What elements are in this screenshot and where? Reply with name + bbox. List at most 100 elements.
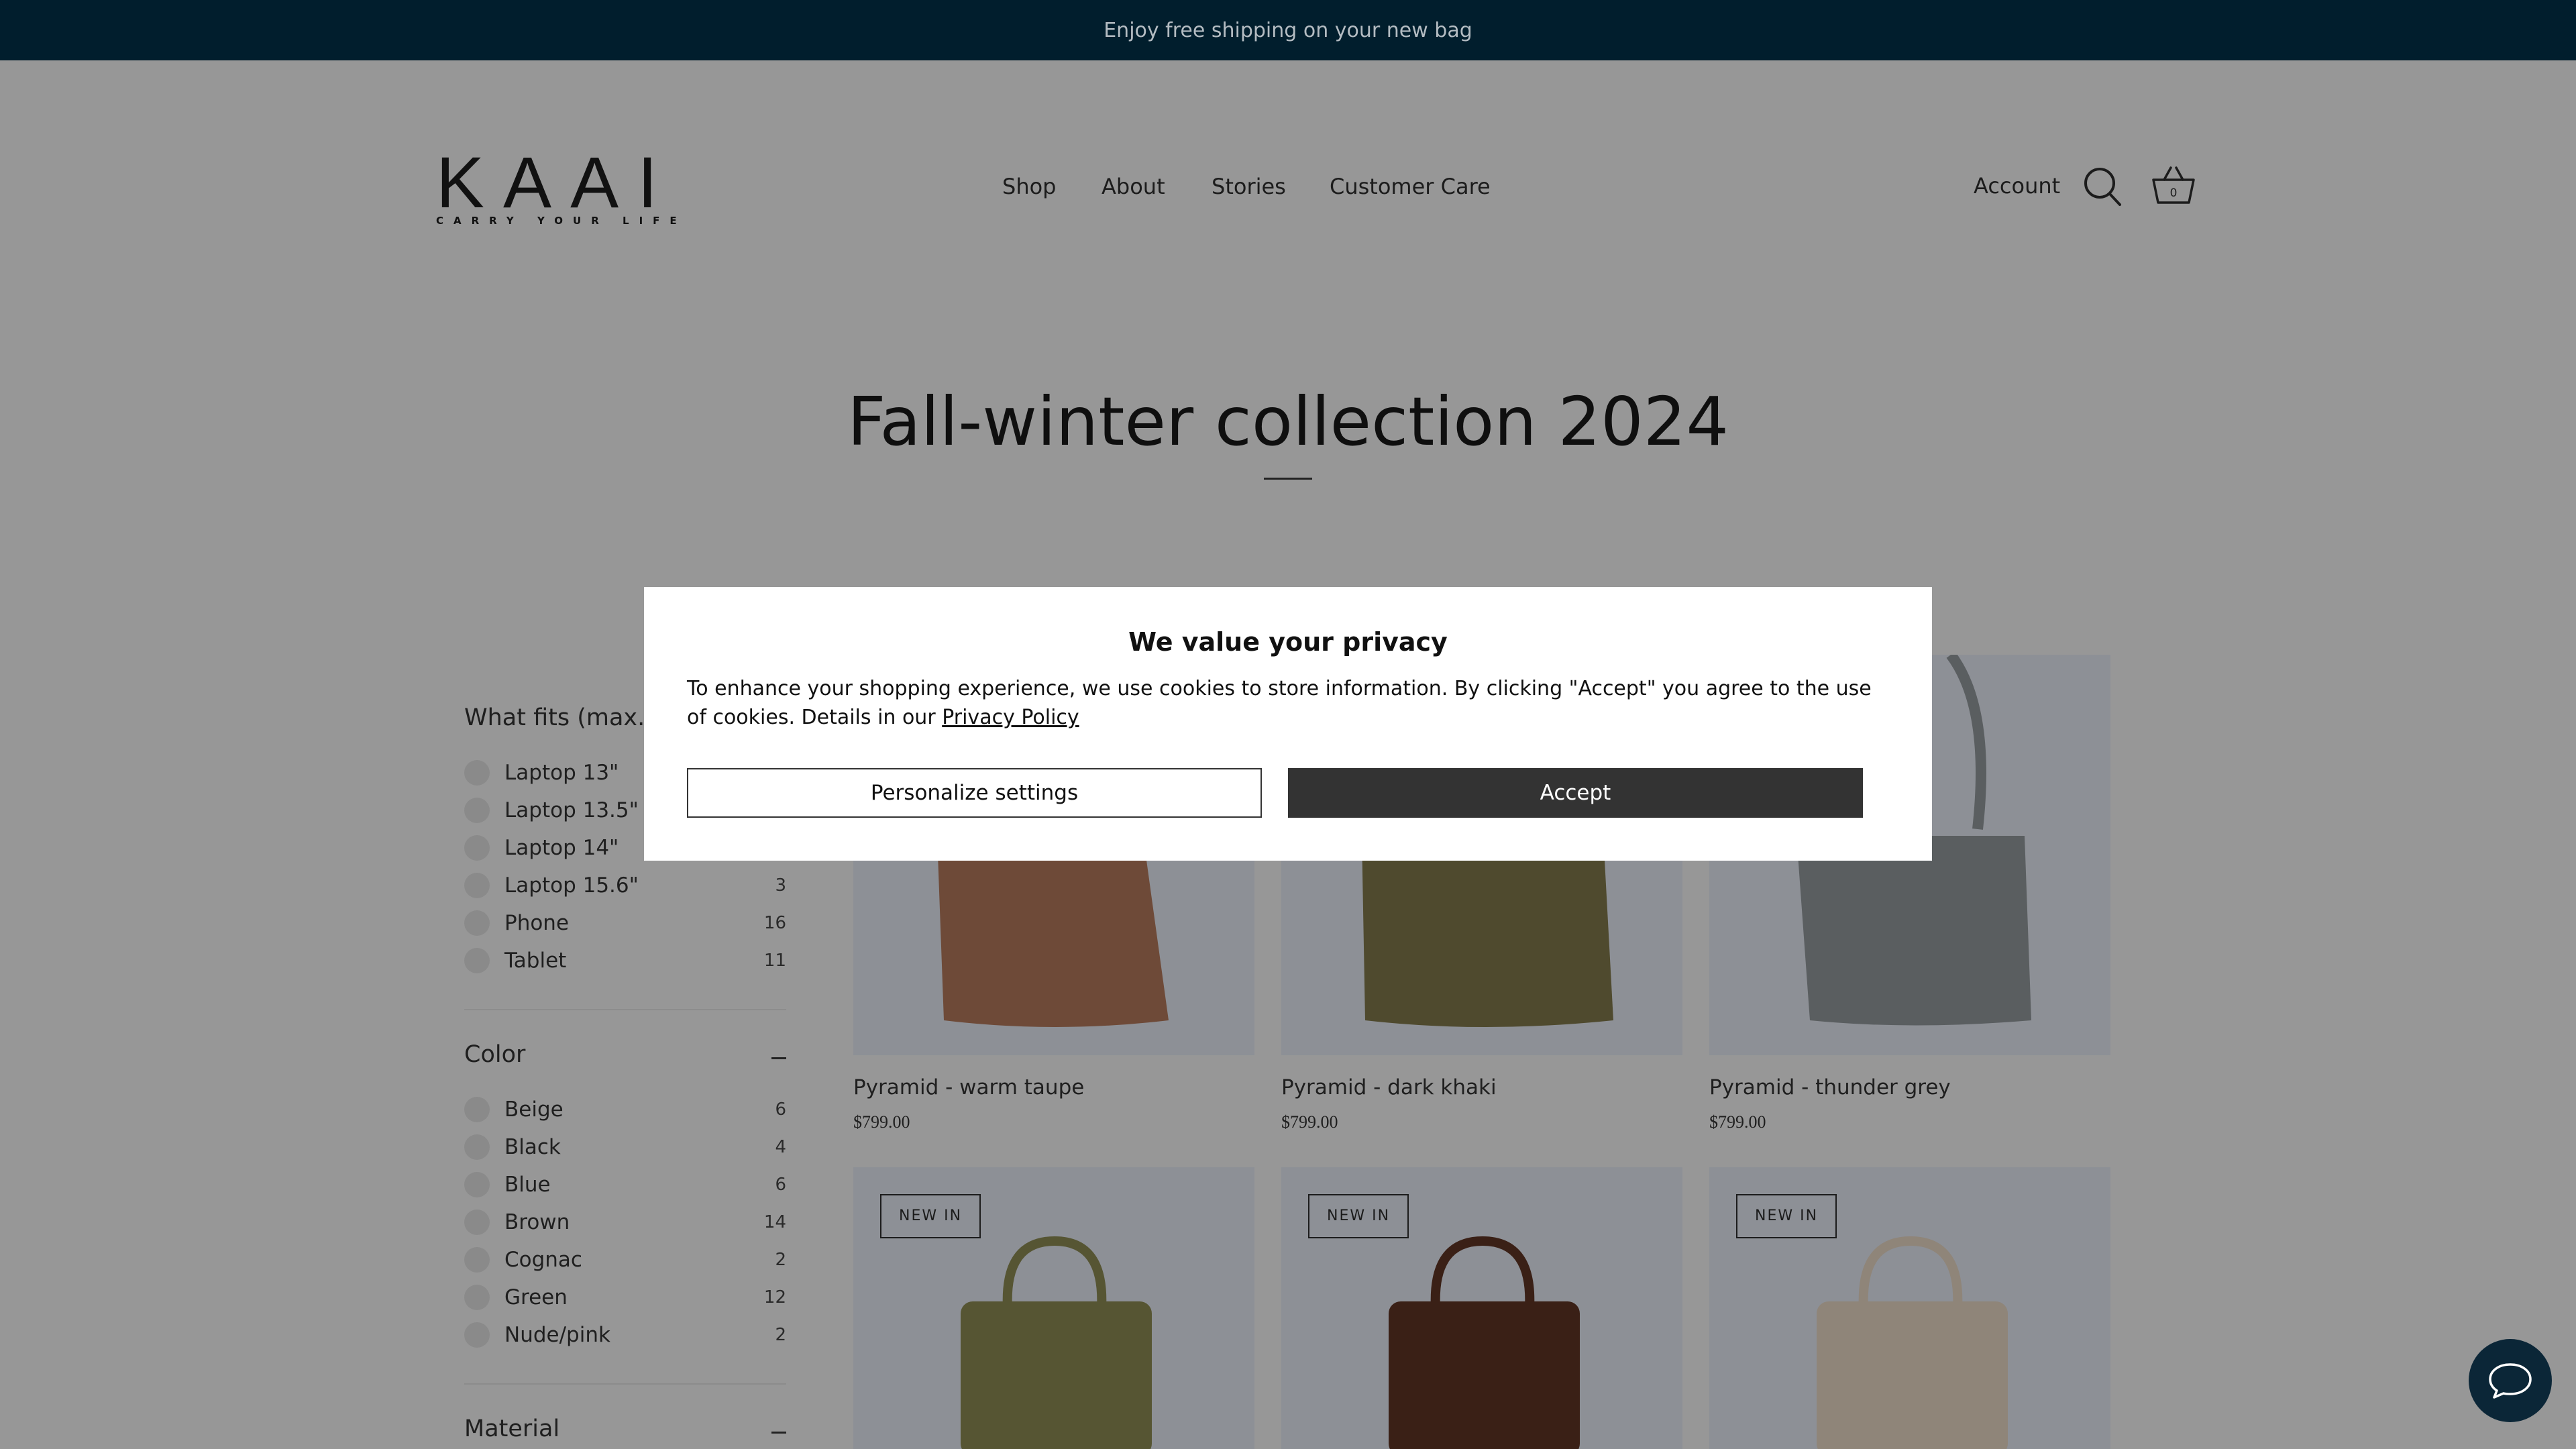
- bag-body: [1817, 1301, 2008, 1449]
- filter-option[interactable]: Blue 6: [464, 1166, 786, 1203]
- filter-option[interactable]: Beige 6: [464, 1091, 786, 1128]
- filter-option[interactable]: Black 4: [464, 1128, 786, 1166]
- filter-option[interactable]: Tablet 11: [464, 942, 786, 979]
- filter-option[interactable]: Nude/pink 2: [464, 1316, 786, 1354]
- product-image[interactable]: NEW IN: [853, 1167, 1254, 1449]
- filter-title-material: Material: [464, 1415, 560, 1442]
- filter-option-label: Beige: [504, 1097, 564, 1122]
- radio-icon[interactable]: [464, 1097, 490, 1122]
- product-image[interactable]: NEW IN: [1709, 1167, 2110, 1449]
- filter-list-color: Beige 6 Black 4 Blue 6 Brown 14 Cognac 2 Gree…: [464, 1091, 786, 1354]
- filter-option-label: Phone: [504, 911, 570, 935]
- product-price: $799.00: [1281, 1112, 1338, 1132]
- product-image[interactable]: NEW IN: [1281, 1167, 1682, 1449]
- new-in-badge: NEW IN: [1736, 1194, 1837, 1238]
- cookie-body: To enhance your shopping experience, we …: [687, 674, 1889, 732]
- filter-option-count: 16: [763, 913, 786, 933]
- filter-option-label: Nude/pink: [504, 1323, 610, 1347]
- privacy-policy-link[interactable]: Privacy Policy: [942, 706, 1079, 729]
- filter-option-count: 6: [775, 1099, 786, 1120]
- chat-button[interactable]: [2469, 1339, 2552, 1422]
- radio-icon[interactable]: [464, 1172, 490, 1197]
- collapse-icon[interactable]: [771, 1057, 786, 1059]
- filter-option-count: 2: [775, 1250, 786, 1270]
- filter-option-label: Green: [504, 1285, 568, 1309]
- radio-icon[interactable]: [464, 910, 490, 936]
- bag-strap: [1946, 655, 1986, 830]
- radio-icon[interactable]: [464, 948, 490, 973]
- announcement-text: Enjoy free shipping on your new bag: [1104, 18, 1472, 42]
- basket-icon[interactable]: 0: [2151, 162, 2196, 207]
- filter-option-label: Laptop 13.5": [504, 798, 639, 822]
- filter-option-count: 6: [775, 1175, 786, 1195]
- announcement-bar: Enjoy free shipping on your new bag: [0, 0, 2576, 60]
- nav-customer-care[interactable]: Customer Care: [1330, 174, 1491, 199]
- cookie-text: To enhance your shopping experience, we …: [687, 677, 1872, 729]
- filter-option[interactable]: Cognac 2: [464, 1241, 786, 1279]
- radio-icon[interactable]: [464, 798, 490, 823]
- radio-icon[interactable]: [464, 1134, 490, 1160]
- product-price: $799.00: [1709, 1112, 1766, 1132]
- bag-body: [1796, 836, 2031, 1026]
- search-icon[interactable]: [2082, 165, 2123, 208]
- filter-option-count: 14: [763, 1212, 786, 1232]
- radio-icon[interactable]: [464, 835, 490, 861]
- page-title: Fall-winter collection 2024: [847, 382, 1729, 461]
- bag-body: [961, 1301, 1152, 1449]
- filter-option[interactable]: Brown 14: [464, 1203, 786, 1241]
- filter-option-label: Laptop 15.6": [504, 873, 639, 898]
- product-card[interactable]: NEW IN: [1709, 1167, 2110, 1449]
- bag-handle: [1858, 1236, 1963, 1309]
- filter-divider: [464, 1383, 786, 1385]
- accept-button[interactable]: Accept: [1288, 768, 1863, 818]
- product-name[interactable]: Pyramid - warm taupe: [853, 1075, 1084, 1099]
- filter-option-label: Tablet: [504, 949, 567, 973]
- filter-heading-material[interactable]: Material: [464, 1415, 786, 1449]
- filter-option-label: Black: [504, 1135, 561, 1159]
- bag-handle: [1430, 1236, 1535, 1309]
- nav-shop[interactable]: Shop: [1002, 174, 1056, 199]
- product-card[interactable]: NEW IN: [853, 1167, 1254, 1449]
- filter-option-label: Laptop 13": [504, 761, 619, 785]
- cookie-consent-dialog: We value your privacy To enhance your sh…: [644, 587, 1932, 861]
- filter-option-label: Brown: [504, 1210, 570, 1234]
- product-name[interactable]: Pyramid - thunder grey: [1709, 1075, 1951, 1099]
- filter-divider: [464, 1009, 786, 1010]
- filter-option-count: 11: [763, 951, 786, 971]
- filter-option-count: 3: [775, 875, 786, 896]
- radio-icon[interactable]: [464, 1210, 490, 1235]
- bag-handle: [1002, 1236, 1107, 1309]
- product-name[interactable]: Pyramid - dark khaki: [1281, 1075, 1497, 1099]
- radio-icon[interactable]: [464, 1285, 490, 1310]
- filter-title-color: Color: [464, 1041, 526, 1068]
- account-link[interactable]: Account: [1974, 173, 2060, 199]
- bag-body: [937, 836, 1169, 1027]
- filter-option-count: 2: [775, 1325, 786, 1345]
- nav-about[interactable]: About: [1102, 174, 1165, 199]
- filter-option[interactable]: Green 12: [464, 1279, 786, 1316]
- product-price: $799.00: [853, 1112, 910, 1132]
- bag-body: [1389, 1301, 1580, 1449]
- radio-icon[interactable]: [464, 760, 490, 786]
- radio-icon[interactable]: [464, 1322, 490, 1348]
- radio-icon[interactable]: [464, 1247, 490, 1273]
- filter-option-label: Blue: [504, 1173, 551, 1197]
- filter-option[interactable]: Laptop 15.6" 3: [464, 867, 786, 904]
- radio-icon[interactable]: [464, 873, 490, 898]
- product-card[interactable]: NEW IN: [1281, 1167, 1682, 1449]
- filter-option-count: 12: [763, 1287, 786, 1307]
- filter-option-label: Cognac: [504, 1248, 582, 1272]
- filter-option-label: Laptop 14": [504, 836, 619, 860]
- filter-heading-color[interactable]: Color: [464, 1041, 786, 1075]
- chat-bubble-icon: [2489, 1363, 2532, 1399]
- brand-tagline: CARRY YOUR LIFE: [436, 215, 687, 227]
- personalize-settings-button[interactable]: Personalize settings: [687, 768, 1262, 818]
- nav-stories[interactable]: Stories: [1212, 174, 1286, 199]
- filter-option-count: 4: [775, 1137, 786, 1157]
- filter-option[interactable]: Phone 16: [464, 904, 786, 942]
- cart-count: 0: [2170, 186, 2178, 200]
- title-divider: [1264, 478, 1312, 480]
- collapse-icon[interactable]: [771, 1432, 786, 1434]
- cookie-title: We value your privacy: [1128, 627, 1448, 657]
- new-in-badge: NEW IN: [880, 1194, 981, 1238]
